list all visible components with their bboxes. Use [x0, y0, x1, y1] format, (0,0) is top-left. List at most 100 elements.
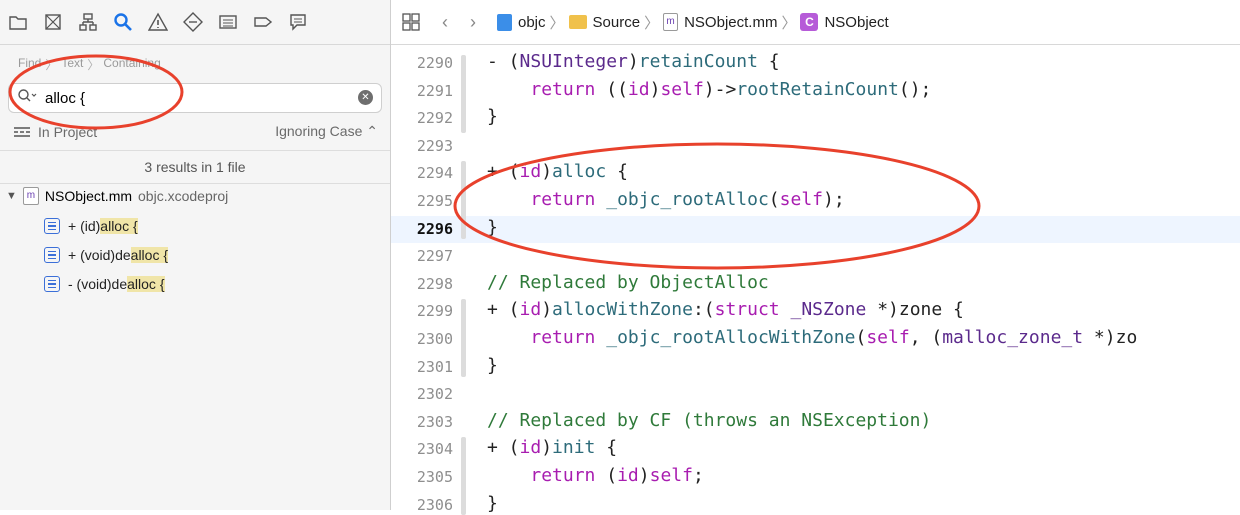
report-icon[interactable] — [280, 0, 315, 44]
result-prefix: + (id) — [68, 218, 101, 234]
change-bar — [461, 161, 466, 239]
line-number: 2301 — [416, 357, 453, 376]
source-control-icon[interactable] — [35, 0, 70, 44]
code-line[interactable]: + (id)allocWithZone:(struct _NSZone *)zo… — [487, 299, 964, 320]
result-match: alloc { — [127, 276, 165, 292]
code-line[interactable]: // Replaced by ObjectAlloc — [487, 272, 769, 293]
line-number: 2292 — [416, 109, 453, 128]
line-number: 2297 — [416, 247, 453, 266]
class-icon: C — [800, 13, 819, 31]
result-match: alloc { — [100, 218, 138, 234]
folder-icon[interactable] — [0, 0, 35, 44]
change-bar — [461, 55, 466, 133]
line-number: 2296 — [416, 219, 453, 238]
line-number: 2298 — [416, 274, 453, 293]
warning-icon[interactable] — [140, 0, 175, 44]
magnifier-icon[interactable] — [17, 88, 39, 109]
code-line[interactable]: // Replaced by CF (throws an NSException… — [487, 410, 931, 431]
change-bar — [461, 437, 466, 515]
search-field[interactable]: ✕ — [8, 83, 382, 113]
code-line[interactable]: } — [487, 355, 498, 376]
jump-item-class[interactable]: C NSObject — [800, 13, 889, 31]
code-line[interactable]: - (NSUInteger)retainCount { — [487, 51, 780, 72]
project-icon — [497, 13, 512, 31]
case-label: Ignoring Case — [275, 123, 363, 139]
line-number: 2302 — [416, 385, 453, 404]
jump-class-label: NSObject — [824, 13, 889, 31]
project-name: objc.xcodeproj — [138, 188, 229, 204]
jump-project-label: objc — [518, 13, 546, 31]
line-number: 2294 — [416, 164, 453, 183]
jump-item-project[interactable]: objc — [497, 13, 546, 31]
find-breadcrumb[interactable]: Find 〉 Text 〉 Containing — [18, 56, 161, 73]
search-result[interactable]: + (id)alloc { — [44, 218, 138, 234]
search-result[interactable]: - (void)dealloc { — [44, 276, 165, 292]
code-line[interactable]: } — [487, 493, 498, 514]
jump-bar: ‹ › objc 〉 Source 〉 m NSObject.mm 〉 C NS… — [391, 0, 1240, 45]
code-line[interactable]: return (id)self; — [487, 465, 703, 486]
chevron-right-icon: 〉 — [45, 58, 58, 72]
debug-icon[interactable] — [210, 0, 245, 44]
test-icon[interactable] — [175, 0, 210, 44]
code-line[interactable]: } — [487, 106, 498, 127]
back-icon[interactable]: ‹ — [431, 12, 459, 33]
results-summary: 3 results in 1 file — [0, 150, 390, 184]
jump-item-folder[interactable]: Source — [568, 14, 640, 31]
code-line[interactable]: return ((id)self)->rootRetainCount(); — [487, 79, 931, 100]
search-icon[interactable] — [105, 0, 140, 44]
file-name: NSObject.mm — [44, 188, 133, 204]
clear-icon[interactable]: ✕ — [358, 90, 373, 105]
code-line[interactable]: + (id)init { — [487, 437, 617, 458]
breadcrumb-find[interactable]: Find — [18, 56, 41, 73]
line-number: 2304 — [416, 440, 453, 459]
breadcrumb-containing[interactable]: Containing — [103, 56, 160, 73]
forward-icon[interactable]: › — [459, 12, 487, 33]
scope-label: In Project — [38, 123, 98, 140]
line-number: 2291 — [416, 81, 453, 100]
line-result-icon — [44, 247, 60, 263]
line-result-icon — [44, 218, 60, 234]
line-number: 2306 — [416, 495, 453, 514]
breakpoint-icon[interactable] — [245, 0, 280, 44]
code-line[interactable]: return _objc_rootAllocWithZone(self, (ma… — [487, 327, 1137, 348]
line-result-icon — [44, 276, 60, 292]
current-line-highlight — [391, 216, 1240, 243]
line-number: 2293 — [416, 136, 453, 155]
code-line[interactable]: } — [487, 217, 498, 238]
line-number: 2290 — [416, 54, 453, 72]
line-number: 2303 — [416, 412, 453, 431]
chevron-right-icon: 〉 — [781, 14, 797, 32]
disclosure-icon[interactable]: ▼ — [6, 190, 17, 202]
source-editor: ‹ › objc 〉 Source 〉 m NSObject.mm 〉 C NS… — [391, 0, 1240, 515]
chevron-right-icon: 〉 — [644, 14, 660, 32]
result-prefix: - (void)de — [68, 276, 128, 292]
result-file-row[interactable]: ▼ m NSObject.mm objc.xcodeproj — [6, 187, 228, 205]
code-line[interactable]: return _objc_rootAlloc(self); — [487, 189, 844, 210]
chevron-right-icon: 〉 — [549, 14, 565, 32]
jump-file-label: NSObject.mm — [684, 13, 778, 31]
related-items-icon[interactable] — [391, 13, 431, 31]
line-number: 2295 — [416, 192, 453, 210]
symbol-icon[interactable] — [70, 0, 105, 44]
result-match: alloc { — [130, 247, 169, 263]
scope-icon — [14, 124, 30, 140]
jump-item-file[interactable]: m NSObject.mm — [663, 13, 777, 31]
search-scope-row: In Project Ignoring Case ⌃ — [14, 123, 378, 140]
search-result[interactable]: + (void)dealloc { — [44, 247, 169, 263]
file-icon: m — [22, 187, 39, 205]
file-icon: m — [663, 13, 679, 31]
code-line[interactable]: + (id)alloc { — [487, 161, 628, 182]
result-prefix: + (void)de — [68, 247, 131, 263]
line-number: 2305 — [416, 468, 453, 486]
case-option[interactable]: Ignoring Case ⌃ — [275, 123, 378, 140]
find-navigator: Find 〉 Text 〉 Containing ✕ In Project Ig… — [0, 0, 391, 510]
line-number: 2300 — [416, 330, 453, 348]
updown-icon: ⌃ — [366, 123, 378, 139]
change-bar — [461, 299, 466, 377]
chevron-right-icon: 〉 — [87, 58, 100, 72]
breadcrumb-text[interactable]: Text — [61, 56, 83, 73]
scope-in-project[interactable]: In Project — [14, 123, 97, 140]
line-number: 2299 — [416, 302, 453, 321]
search-input[interactable] — [43, 88, 347, 108]
navigator-toolbar — [0, 0, 390, 45]
